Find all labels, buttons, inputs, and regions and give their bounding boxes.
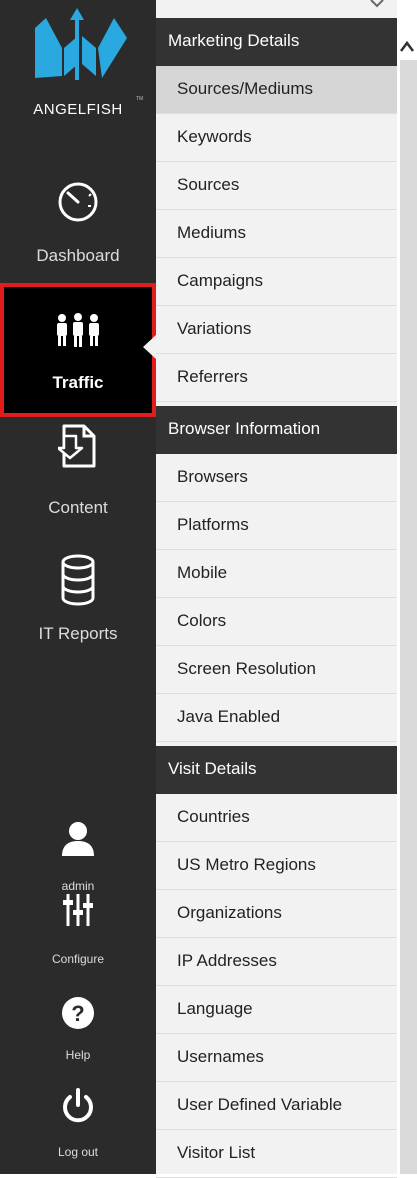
scroll-up-chevron-icon[interactable] [399, 38, 415, 56]
menu-item-variations[interactable]: Variations [156, 306, 397, 354]
nav-logout[interactable]: Log out [0, 1088, 156, 1164]
menu-item-campaigns[interactable]: Campaigns [156, 258, 397, 306]
nav-traffic-label: Traffic [52, 373, 104, 392]
nav-configure[interactable]: Configure [0, 892, 156, 972]
menu-item-usernames[interactable]: Usernames [156, 1034, 397, 1082]
nav-traffic[interactable]: Traffic [0, 283, 156, 417]
brand-name: ANGELFISH [33, 101, 123, 118]
menu-item-visitor-list[interactable]: Visitor List [156, 1130, 397, 1178]
nav-dashboard-label: Dashboard [36, 246, 120, 265]
menu-item-browsers[interactable]: Browsers [156, 454, 397, 502]
browser-information-header: Browser Information [156, 406, 397, 454]
menu-item-referrers[interactable]: Referrers [156, 354, 397, 402]
nav-help-label: Help [65, 1048, 91, 1062]
active-caret-icon [143, 335, 156, 359]
menu-item-ip-addresses[interactable]: IP Addresses [156, 938, 397, 986]
nav-it-reports[interactable]: IT Reports [0, 552, 156, 652]
nav-admin[interactable]: admin [0, 822, 156, 893]
nav-it-reports-label: IT Reports [38, 624, 118, 643]
menu-item-colors[interactable]: Colors [156, 598, 397, 646]
nav-logout-label: Log out [57, 1145, 99, 1159]
user-icon [0, 822, 156, 856]
angelfish-logo-icon [35, 8, 127, 80]
menu-item-platforms[interactable]: Platforms [156, 502, 397, 550]
menu-item-screen-resolution[interactable]: Screen Resolution [156, 646, 397, 694]
menu-item-language[interactable]: Language [156, 986, 397, 1034]
menu-item-mediums[interactable]: Mediums [156, 210, 397, 258]
menu-item-sources[interactable]: Sources [156, 162, 397, 210]
submenu-panel: Marketing Details Sources/Mediums Keywor… [156, 0, 397, 1178]
speedometer-icon [0, 182, 156, 222]
menu-item-user-defined-variable[interactable]: User Defined Variable [156, 1082, 397, 1130]
menu-item-us-metro-regions[interactable]: US Metro Regions [156, 842, 397, 890]
sidebar: ANGELFISH TM Dashboard Traffic Content I… [0, 0, 156, 1174]
angelfish-logo[interactable]: ANGELFISH TM [0, 0, 156, 130]
partial-chevron-icon [370, 0, 384, 8]
nav-content-label: Content [48, 498, 108, 517]
sliders-icon [0, 892, 156, 928]
document-icon [0, 422, 156, 470]
menu-item-keywords[interactable]: Keywords [156, 114, 397, 162]
nav-configure-label: Configure [51, 952, 105, 966]
nav-admin-label: admin [61, 879, 95, 893]
people-icon [0, 313, 156, 349]
menu-item-countries[interactable]: Countries [156, 794, 397, 842]
visit-details-header: Visit Details [156, 746, 397, 794]
nav-dashboard[interactable]: Dashboard [0, 178, 156, 278]
help-icon: ? [0, 996, 156, 1030]
menu-item-sources-mediums[interactable]: Sources/Mediums [156, 66, 397, 114]
trademark: TM [136, 96, 144, 102]
power-icon [0, 1088, 156, 1124]
menu-item-organizations[interactable]: Organizations [156, 890, 397, 938]
scrollbar-track[interactable] [400, 60, 417, 1174]
nav-content[interactable]: Content [0, 420, 156, 530]
database-icon [0, 554, 156, 606]
marketing-details-header: Marketing Details [156, 18, 397, 66]
menu-item-java-enabled[interactable]: Java Enabled [156, 694, 397, 742]
nav-help[interactable]: ? Help [0, 996, 156, 1066]
svg-text:?: ? [71, 1001, 84, 1026]
menu-item-mobile[interactable]: Mobile [156, 550, 397, 598]
